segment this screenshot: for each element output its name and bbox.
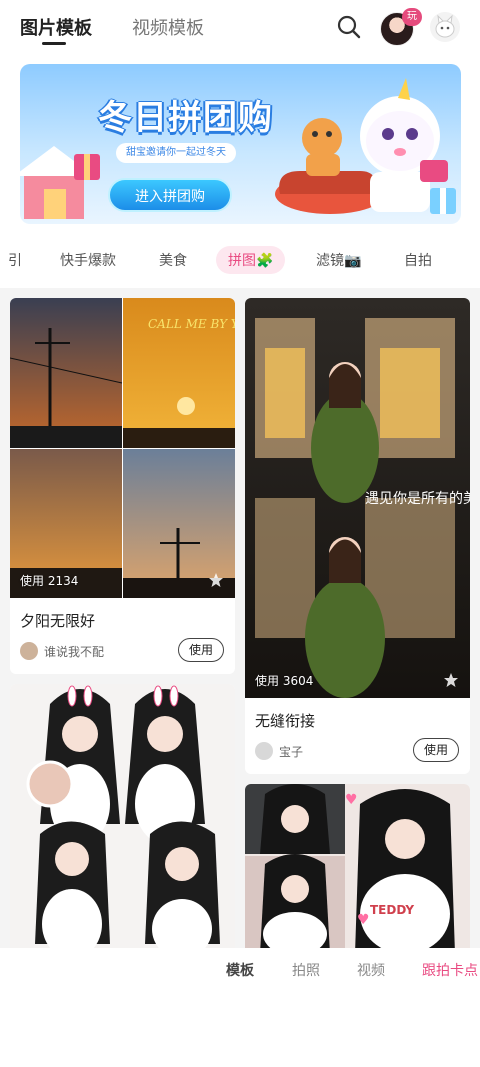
- template-title: 夕阳无限好: [20, 612, 96, 630]
- top-bar: 图片模板 视频模板 玩: [0, 0, 480, 56]
- svg-text:♥: ♥: [357, 912, 370, 928]
- template-feed[interactable]: CALL ME BY YOUR NAME 使用 2134 夕阳无限好 谁说我不配…: [0, 288, 480, 948]
- category-tab-partial[interactable]: 引: [8, 250, 22, 270]
- use-template-button[interactable]: 使用: [178, 638, 224, 662]
- banner-subtitle: 甜宝邀请你一起过冬天: [116, 143, 236, 163]
- use-template-button[interactable]: 使用: [413, 738, 459, 762]
- join-group-buy-button[interactable]: 进入拼团购: [108, 178, 232, 212]
- template-preview-image: 遇见你是所有的美好: [245, 298, 470, 698]
- category-tab-filter[interactable]: 滤镜📷: [316, 250, 361, 270]
- template-card[interactable]: 遇见你是所有的美好 使用 3604 无缝衔接 宝子 使用: [245, 298, 470, 774]
- template-preview-image: TEDDY ♥ ♥: [245, 784, 470, 948]
- bottom-tab-templates[interactable]: 模板: [226, 960, 254, 980]
- template-title: 无缝衔接: [255, 712, 316, 730]
- search-icon[interactable]: [334, 12, 364, 42]
- usage-count: 使用 3604: [255, 674, 314, 688]
- template-card[interactable]: CALL ME BY YOUR NAME 使用 2134 夕阳无限好 谁说我不配…: [10, 298, 235, 674]
- tab-image-templates[interactable]: 图片模板: [20, 14, 92, 40]
- category-tab-selfie[interactable]: 自拍: [404, 250, 432, 270]
- template-card[interactable]: [10, 684, 235, 948]
- favorite-star-icon[interactable]: [208, 572, 224, 588]
- promo-banner[interactable]: 冬日拼团购 甜宝邀请你一起过冬天 进入拼团购: [20, 64, 461, 224]
- template-preview-image: CALL ME BY YOUR NAME: [10, 298, 235, 598]
- bottom-tab-video[interactable]: 视频: [357, 960, 385, 980]
- mascot-illustration-icon: [275, 78, 456, 214]
- svg-text:♥: ♥: [345, 792, 358, 808]
- author-name: 谁说我不配: [44, 645, 105, 659]
- category-tab-food[interactable]: 美食: [159, 250, 187, 270]
- favorite-star-icon[interactable]: [443, 672, 459, 688]
- template-card[interactable]: TEDDY ♥ ♥: [245, 784, 470, 948]
- svg-text:TEDDY: TEDDY: [370, 903, 414, 917]
- banner-title: 冬日拼团购: [98, 98, 273, 138]
- usage-count: 使用 2134: [20, 574, 79, 588]
- template-preview-image: [10, 684, 235, 948]
- category-tabs: 引 快手爆款 美食 拼图🧩 滤镜📷 自拍: [0, 244, 480, 278]
- author-name: 宝子: [279, 745, 304, 759]
- tab-video-templates[interactable]: 视频模板: [132, 14, 204, 40]
- house-illustration-icon: [20, 146, 100, 219]
- avatar[interactable]: 玩: [380, 8, 422, 48]
- author-avatar: [255, 742, 273, 760]
- avatar-badge: 玩: [402, 8, 422, 26]
- category-tab-collage[interactable]: 拼图🧩: [216, 246, 286, 274]
- category-tab-kuaishou-hot[interactable]: 快手爆款: [60, 250, 116, 270]
- bottom-tab-beat-sync[interactable]: 跟拍卡点: [422, 960, 478, 980]
- overlay-text: 遇见你是所有的美好: [365, 491, 470, 507]
- author-avatar: [20, 642, 38, 660]
- active-tab-indicator: [42, 42, 66, 45]
- bottom-tab-photo[interactable]: 拍照: [292, 960, 320, 980]
- overlay-text: CALL ME BY YOUR NAME: [148, 317, 235, 331]
- pet-icon[interactable]: [430, 12, 460, 42]
- bottom-tab-bar: 模板 拍照 视频 跟拍卡点: [0, 948, 480, 1067]
